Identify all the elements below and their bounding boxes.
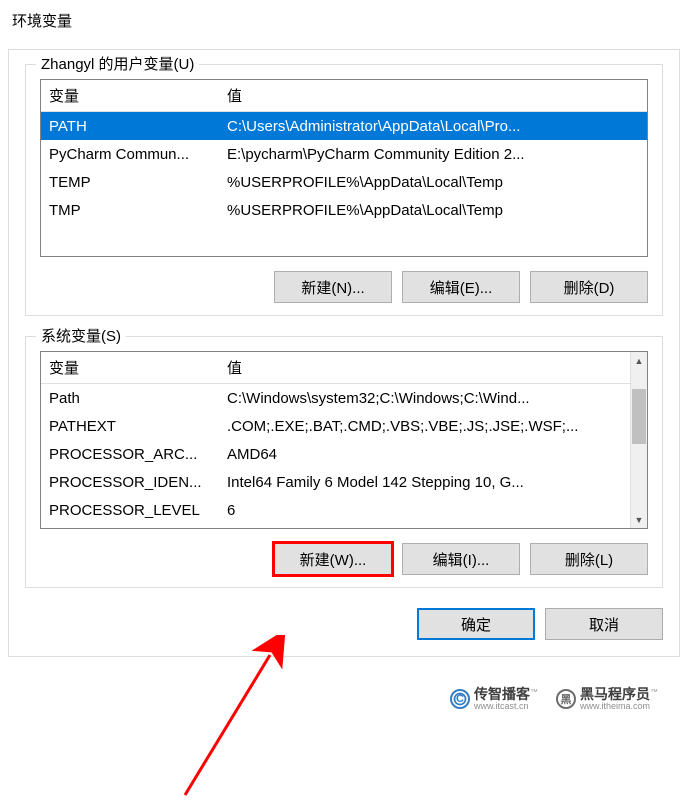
delete-sys-var-button[interactable]: 删除(L) bbox=[530, 543, 648, 575]
cell-val: Intel64 Family 6 Model 142 Stepping 10, … bbox=[219, 471, 630, 494]
scroll-down-icon[interactable]: ▼ bbox=[631, 511, 647, 528]
col-variable[interactable]: 变量 bbox=[41, 80, 219, 111]
cancel-button[interactable]: 取消 bbox=[545, 608, 663, 640]
cell-var: PATHEXT bbox=[41, 415, 219, 438]
list-header: 变量 值 bbox=[41, 352, 647, 384]
wm-cn: 传智播客 bbox=[474, 686, 530, 702]
dialog-button-row: 确定 取消 bbox=[25, 608, 663, 640]
table-row[interactable]: PATH C:\Users\Administrator\AppData\Loca… bbox=[41, 112, 647, 140]
cell-var: PROCESSOR_IDEN... bbox=[41, 471, 219, 494]
cell-val: AMD64 bbox=[219, 443, 630, 466]
table-row[interactable]: PROCESSOR_IDEN... Intel64 Family 6 Model… bbox=[41, 468, 630, 496]
user-button-row: 新建(N)... 编辑(E)... 删除(D) bbox=[40, 271, 648, 303]
wm-cn: 黑马程序员 bbox=[580, 686, 650, 702]
scrollbar[interactable]: ▲ ▼ bbox=[630, 352, 647, 528]
cell-val: C:\Users\Administrator\AppData\Local\Pro… bbox=[219, 115, 647, 138]
col-value[interactable]: 值 bbox=[219, 80, 647, 111]
watermark-itheima: 黑 黑马程序员™ www.itheima.com bbox=[556, 687, 658, 712]
delete-user-var-button[interactable]: 删除(D) bbox=[530, 271, 648, 303]
new-user-var-button[interactable]: 新建(N)... bbox=[274, 271, 392, 303]
user-vars-label: Zhangyl 的用户变量(U) bbox=[36, 53, 199, 74]
cell-var: TEMP bbox=[41, 171, 219, 194]
watermark-itcast: C 传智播客™ www.itcast.cn bbox=[450, 687, 538, 712]
system-vars-label: 系统变量(S) bbox=[36, 325, 126, 346]
sys-button-row: 新建(W)... 编辑(I)... 删除(L) bbox=[40, 543, 648, 575]
itcast-icon: C bbox=[450, 689, 470, 709]
table-row[interactable]: PATHEXT .COM;.EXE;.BAT;.CMD;.VBS;.VBE;.J… bbox=[41, 412, 630, 440]
cell-val: %USERPROFILE%\AppData\Local\Temp bbox=[219, 199, 647, 222]
annotation-arrow-icon bbox=[160, 635, 320, 805]
wm-url: www.itcast.cn bbox=[474, 702, 538, 712]
itheima-icon: 黑 bbox=[556, 689, 576, 709]
dialog-title: 环境变量 bbox=[0, 0, 688, 41]
wm-url: www.itheima.com bbox=[580, 702, 658, 712]
cell-var: PROCESSOR_ARC... bbox=[41, 443, 219, 466]
new-sys-var-button[interactable]: 新建(W)... bbox=[274, 543, 392, 575]
table-row[interactable]: Path C:\Windows\system32;C:\Windows;C:\W… bbox=[41, 384, 630, 412]
table-row[interactable]: TEMP %USERPROFILE%\AppData\Local\Temp bbox=[41, 168, 647, 196]
cell-val: %USERPROFILE%\AppData\Local\Temp bbox=[219, 171, 647, 194]
scroll-track[interactable] bbox=[631, 369, 647, 511]
cell-var: PATH bbox=[41, 115, 219, 138]
cell-var: PyCharm Commun... bbox=[41, 143, 219, 166]
edit-user-var-button[interactable]: 编辑(E)... bbox=[402, 271, 520, 303]
table-row[interactable]: PROCESSOR_ARC... AMD64 bbox=[41, 440, 630, 468]
system-vars-group: 系统变量(S) 变量 值 Path C:\Windows\system32;C:… bbox=[25, 336, 663, 588]
col-value[interactable]: 值 bbox=[219, 352, 647, 383]
scroll-up-icon[interactable]: ▲ bbox=[631, 352, 647, 369]
table-row[interactable]: PROCESSOR_LEVEL 6 bbox=[41, 496, 630, 524]
scroll-thumb[interactable] bbox=[632, 389, 646, 444]
cell-val: .COM;.EXE;.BAT;.CMD;.VBS;.VBE;.JS;.JSE;.… bbox=[219, 415, 630, 438]
cell-val: E:\pycharm\PyCharm Community Edition 2..… bbox=[219, 143, 647, 166]
cell-var: Path bbox=[41, 387, 219, 410]
list-header: 变量 值 bbox=[41, 80, 647, 112]
dialog-body: Zhangyl 的用户变量(U) 变量 值 PATH C:\Users\Admi… bbox=[8, 49, 680, 657]
system-vars-list[interactable]: 变量 值 Path C:\Windows\system32;C:\Windows… bbox=[40, 351, 648, 529]
watermarks: C 传智播客™ www.itcast.cn 黑 黑马程序员™ www.ithei… bbox=[450, 687, 658, 712]
list-body: PATH C:\Users\Administrator\AppData\Loca… bbox=[41, 112, 647, 224]
cell-var: PROCESSOR_LEVEL bbox=[41, 499, 219, 522]
cell-val: 6 bbox=[219, 499, 630, 522]
table-row[interactable]: PyCharm Commun... E:\pycharm\PyCharm Com… bbox=[41, 140, 647, 168]
cell-var: TMP bbox=[41, 199, 219, 222]
col-variable[interactable]: 变量 bbox=[41, 352, 219, 383]
user-vars-list[interactable]: 变量 值 PATH C:\Users\Administrator\AppData… bbox=[40, 79, 648, 257]
table-row[interactable]: TMP %USERPROFILE%\AppData\Local\Temp bbox=[41, 196, 647, 224]
ok-button[interactable]: 确定 bbox=[417, 608, 535, 640]
user-vars-group: Zhangyl 的用户变量(U) 变量 值 PATH C:\Users\Admi… bbox=[25, 64, 663, 316]
list-body: Path C:\Windows\system32;C:\Windows;C:\W… bbox=[41, 384, 647, 524]
edit-sys-var-button[interactable]: 编辑(I)... bbox=[402, 543, 520, 575]
cell-val: C:\Windows\system32;C:\Windows;C:\Wind..… bbox=[219, 387, 630, 410]
